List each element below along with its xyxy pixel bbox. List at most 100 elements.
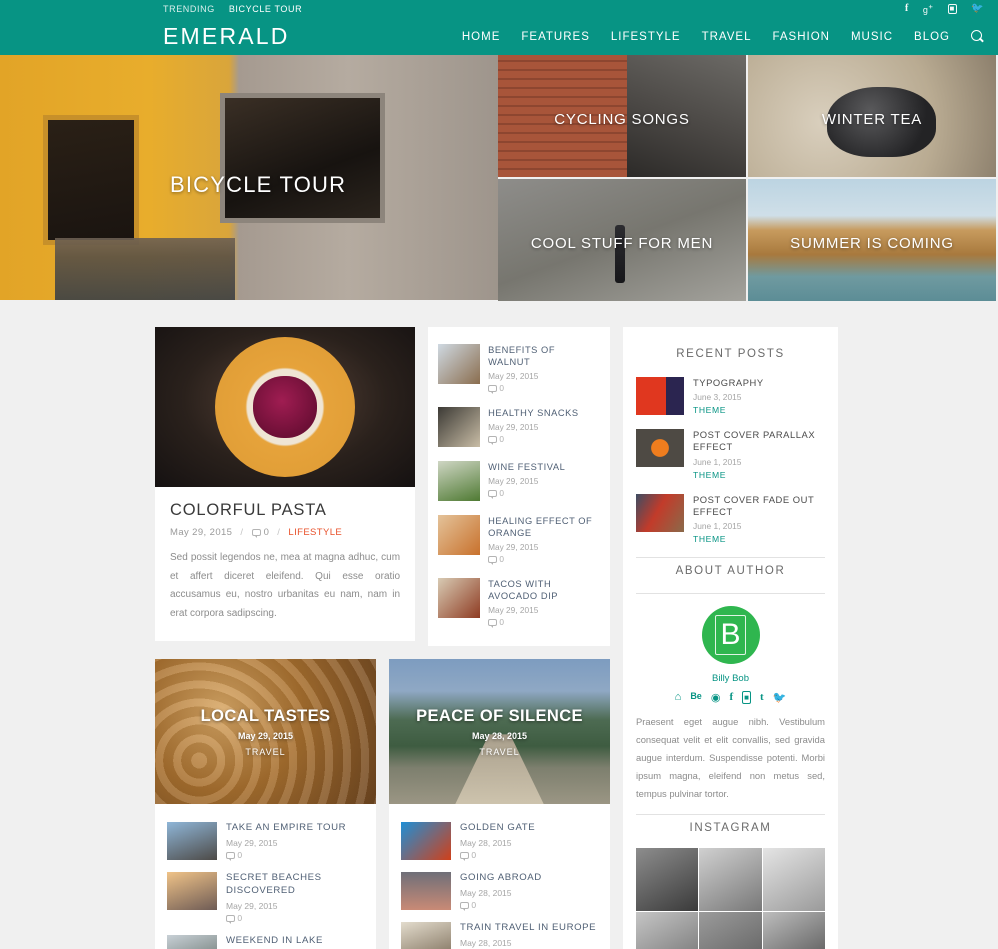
hero-cell-cycling-songs[interactable]: CYCLING SONGS [498, 55, 746, 177]
list-item[interactable]: WINE FESTIVAL May 29, 2015 0 [438, 454, 600, 508]
comment-count: 0 [499, 383, 504, 394]
list-item[interactable]: TAKE AN EMPIRE TOUR May 29, 2015 0 [167, 816, 364, 866]
list-item-thumbnail [401, 872, 451, 910]
list-item-title[interactable]: TACOS WITH AVOCADO DIP [488, 578, 600, 602]
comment-icon [226, 851, 235, 861]
list-item-category[interactable]: THEME [693, 534, 825, 544]
nav-item-music[interactable]: MUSIC [851, 31, 893, 43]
search-icon[interactable] [971, 30, 984, 43]
nav-item-fashion[interactable]: FASHION [772, 31, 829, 43]
list-item-title[interactable]: HEALING EFFECT OF ORANGE [488, 515, 600, 539]
list-item-title[interactable]: POST COVER FADE OUT EFFECT [693, 494, 825, 518]
home-icon[interactable]: ⌂ [675, 691, 682, 704]
hero-cell-title: COOL STUFF FOR MEN [530, 235, 714, 252]
list-item[interactable]: SECRET BEACHES DISCOVERED May 29, 2015 0 [167, 866, 364, 929]
list-item[interactable]: POST COVER PARALLAX EFFECT June 1, 2015 … [636, 422, 825, 486]
list-item[interactable]: TACOS WITH AVOCADO DIP May 29, 2015 0 [438, 571, 600, 634]
list-item-comments: 0 [460, 849, 598, 861]
twitter-icon[interactable]: 🐦 [971, 4, 984, 14]
comment-icon [488, 385, 498, 395]
nav-item-features[interactable]: FEATURES [521, 31, 590, 43]
list-item-thumbnail [438, 578, 481, 619]
nav-item-lifestyle[interactable]: LIFESTYLE [611, 31, 681, 43]
list-item-text: HEALING EFFECT OF ORANGE May 29, 2015 0 [488, 515, 600, 566]
post-cover-overlay: LOCAL TASTES May 29, 2015 TRAVEL [155, 659, 376, 804]
instagram-cell[interactable] [636, 848, 699, 911]
list-item[interactable]: TYPOGRAPHY June 3, 2015 THEME [636, 370, 825, 422]
hero-cell-title: SUMMER IS COMING [790, 235, 954, 252]
instagram-icon[interactable]: ■ [947, 4, 957, 14]
list-item-title[interactable]: GOLDEN GATE [460, 822, 598, 835]
list-item-text: POST COVER PARALLAX EFFECT June 1, 2015 … [693, 429, 825, 479]
list-item[interactable]: GOLDEN GATE May 28, 2015 0 [401, 816, 598, 866]
main-navbar: EMERALD HOME FEATURES LIFESTYLE TRAVEL F… [0, 18, 998, 55]
site-logo[interactable]: EMERALD [163, 23, 290, 50]
instagram-cell[interactable] [762, 848, 825, 911]
hero-main-slide[interactable]: BICYCLE TOUR [0, 55, 498, 300]
author-name[interactable]: Billy Bob [636, 673, 825, 684]
list-item-thumbnail [438, 515, 481, 556]
post-cover[interactable]: LOCAL TASTES May 29, 2015 TRAVEL [155, 659, 376, 804]
dribbble-icon[interactable]: ◉ [711, 691, 721, 704]
googleplus-icon[interactable]: g+ [923, 3, 934, 15]
hero-cell-summer[interactable]: SUMMER IS COMING [748, 179, 996, 301]
list-item-date: June 3, 2015 [693, 392, 742, 403]
tumblr-icon[interactable]: t [760, 691, 764, 704]
list-item[interactable]: BENEFITS OF WALNUT May 29, 2015 0 [438, 337, 600, 400]
list-item[interactable]: TRAIN TRAVEL IN EUROPE May 28, 2015 0 [401, 916, 598, 949]
featured-post-category[interactable]: LIFESTYLE [288, 527, 342, 538]
behance-icon[interactable]: Be [690, 691, 702, 704]
list-item-title[interactable]: POST COVER PARALLAX EFFECT [693, 429, 825, 453]
trending-item-link[interactable]: BICYCLE TOUR [229, 4, 302, 14]
list-item-title[interactable]: TAKE AN EMPIRE TOUR [226, 822, 364, 835]
instagram-cell[interactable] [699, 911, 762, 949]
post-card-row: LOCAL TASTES May 29, 2015 TRAVEL TAKE AN… [155, 659, 610, 949]
hero-slider: BICYCLE TOUR CYCLING SONGS WINTER TEA CO… [0, 55, 998, 301]
list-item-text: GOLDEN GATE May 28, 2015 0 [460, 822, 598, 861]
list-item[interactable]: POST COVER FADE OUT EFFECT June 1, 2015 … [636, 487, 825, 551]
nav-item-blog[interactable]: BLOG [914, 31, 950, 43]
comment-count: 0 [471, 849, 477, 860]
list-item-title[interactable]: BENEFITS OF WALNUT [488, 344, 600, 368]
list-item[interactable]: GOING ABROAD May 28, 2015 0 [401, 866, 598, 916]
list-item[interactable]: WEEKEND IN LAKE May 29, 2015 0 [167, 929, 364, 949]
hero-cell-cool-stuff[interactable]: COOL STUFF FOR MEN [498, 179, 746, 301]
comment-icon [460, 851, 469, 861]
featured-post-card[interactable]: COLORFUL PASTA May 29, 2015 / 0 / LIFEST… [155, 327, 416, 641]
list-item-text: POST COVER FADE OUT EFFECT June 1, 2015 … [693, 494, 825, 544]
decorative-bicycle [55, 238, 235, 300]
instagram-cell[interactable] [699, 848, 762, 911]
list-item[interactable]: HEALING EFFECT OF ORANGE May 29, 2015 0 [438, 508, 600, 571]
post-cover[interactable]: PEACE OF SILENCE May 28, 2015 TRAVEL [389, 659, 610, 804]
twitter-icon[interactable]: 🐦 [773, 691, 787, 704]
list-item-category[interactable]: THEME [693, 405, 764, 415]
comment-icon [488, 490, 498, 500]
instagram-cell[interactable] [762, 911, 825, 949]
list-item-date: May 29, 2015 [488, 605, 539, 616]
list-item[interactable]: HEALTHY SNACKS May 29, 2015 0 [438, 400, 600, 454]
widget-title-recent-posts: RECENT POSTS [676, 348, 785, 360]
list-item-date: May 29, 2015 [226, 837, 278, 848]
hero-cell-winter-tea[interactable]: WINTER TEA [748, 55, 996, 177]
post-cover-category: TRAVEL [245, 746, 286, 757]
list-item-title[interactable]: WEEKEND IN LAKE [226, 935, 364, 948]
list-item-thumbnail [438, 344, 481, 384]
instagram-cell[interactable] [636, 911, 699, 949]
featured-post-title[interactable]: COLORFUL PASTA [170, 501, 400, 520]
list-item-title[interactable]: GOING ABROAD [460, 872, 598, 885]
facebook-icon[interactable]: f [729, 691, 733, 704]
primary-nav: HOME FEATURES LIFESTYLE TRAVEL FASHION M… [462, 30, 984, 43]
comment-count: 0 [237, 912, 243, 923]
facebook-icon[interactable]: f [905, 4, 909, 14]
widget-title-about-author: ABOUT AUTHOR [675, 565, 786, 578]
page-content: COLORFUL PASTA May 29, 2015 / 0 / LIFEST… [0, 327, 998, 949]
list-item-title[interactable]: TYPOGRAPHY [693, 377, 764, 389]
list-item-title[interactable]: SECRET BEACHES DISCOVERED [226, 872, 364, 898]
list-item-title[interactable]: TRAIN TRAVEL IN EUROPE [460, 922, 598, 935]
list-item-title[interactable]: HEALTHY SNACKS [488, 407, 600, 419]
nav-item-travel[interactable]: TRAVEL [702, 31, 752, 43]
list-item-category[interactable]: THEME [693, 470, 825, 480]
instagram-icon[interactable]: ■ [742, 691, 751, 705]
list-item-title[interactable]: WINE FESTIVAL [488, 461, 600, 473]
nav-item-home[interactable]: HOME [462, 31, 501, 43]
